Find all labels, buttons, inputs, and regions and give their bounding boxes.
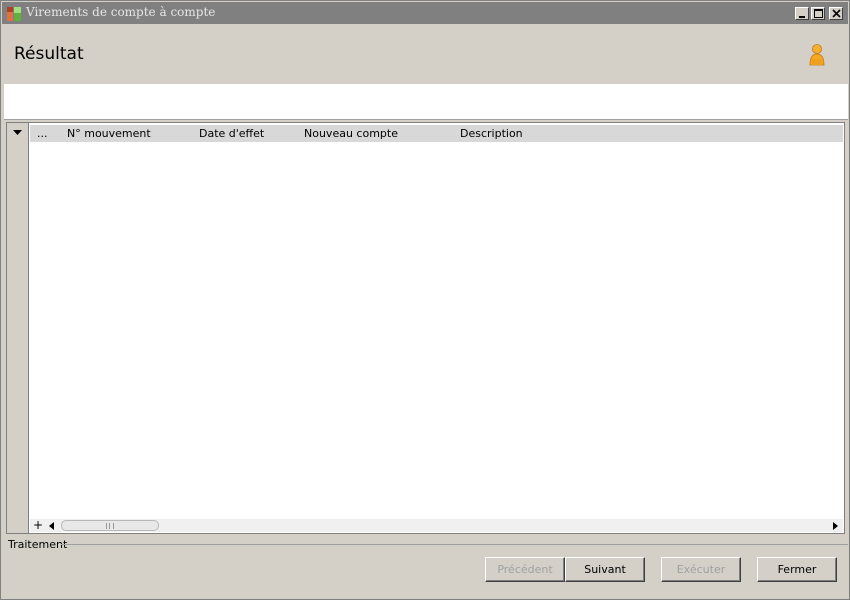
minimize-icon xyxy=(799,15,805,18)
group-divider xyxy=(61,544,848,545)
close-button[interactable] xyxy=(829,7,843,20)
horizontal-scrollbar[interactable]: + xyxy=(30,518,843,532)
page-title: Résultat xyxy=(14,44,84,64)
execute-button[interactable]: Exécuter xyxy=(661,557,741,582)
main-window: Virements de compte à compte Résultat ..… xyxy=(0,0,850,600)
column-header-description[interactable]: Description xyxy=(460,127,523,140)
grid-header-row: ... N° mouvement Date d'effet Nouveau co… xyxy=(30,125,843,142)
dropdown-arrow-icon[interactable] xyxy=(13,130,22,136)
minimize-button[interactable] xyxy=(795,7,809,20)
processing-group-label: Traitement xyxy=(8,538,68,551)
scroll-right-icon[interactable] xyxy=(833,522,838,530)
window-title: Virements de compte à compte xyxy=(26,5,216,19)
column-header-more[interactable]: ... xyxy=(37,127,48,140)
title-bar[interactable]: Virements de compte à compte xyxy=(2,2,848,24)
previous-button[interactable]: Précédent xyxy=(485,557,565,582)
row-gutter xyxy=(7,123,29,533)
column-header-new-account[interactable]: Nouveau compte xyxy=(304,127,398,140)
next-button[interactable]: Suivant xyxy=(565,557,645,582)
grip-icon xyxy=(106,523,114,529)
close-icon xyxy=(831,9,841,18)
scrollbar-thumb[interactable] xyxy=(61,520,159,531)
close-dialog-button[interactable]: Fermer xyxy=(757,557,837,582)
column-header-effective-date[interactable]: Date d'effet xyxy=(199,127,264,140)
header: Résultat xyxy=(3,25,849,83)
scroll-left-icon[interactable] xyxy=(49,522,54,530)
column-header-movement-number[interactable]: N° mouvement xyxy=(67,127,151,140)
results-grid[interactable]: ... N° mouvement Date d'effet Nouveau co… xyxy=(6,122,845,534)
app-icon xyxy=(6,6,22,22)
add-row-icon[interactable]: + xyxy=(33,518,43,532)
maximize-icon xyxy=(813,9,823,18)
user-icon[interactable] xyxy=(807,43,827,67)
maximize-button[interactable] xyxy=(811,7,825,20)
filter-area xyxy=(4,84,848,120)
